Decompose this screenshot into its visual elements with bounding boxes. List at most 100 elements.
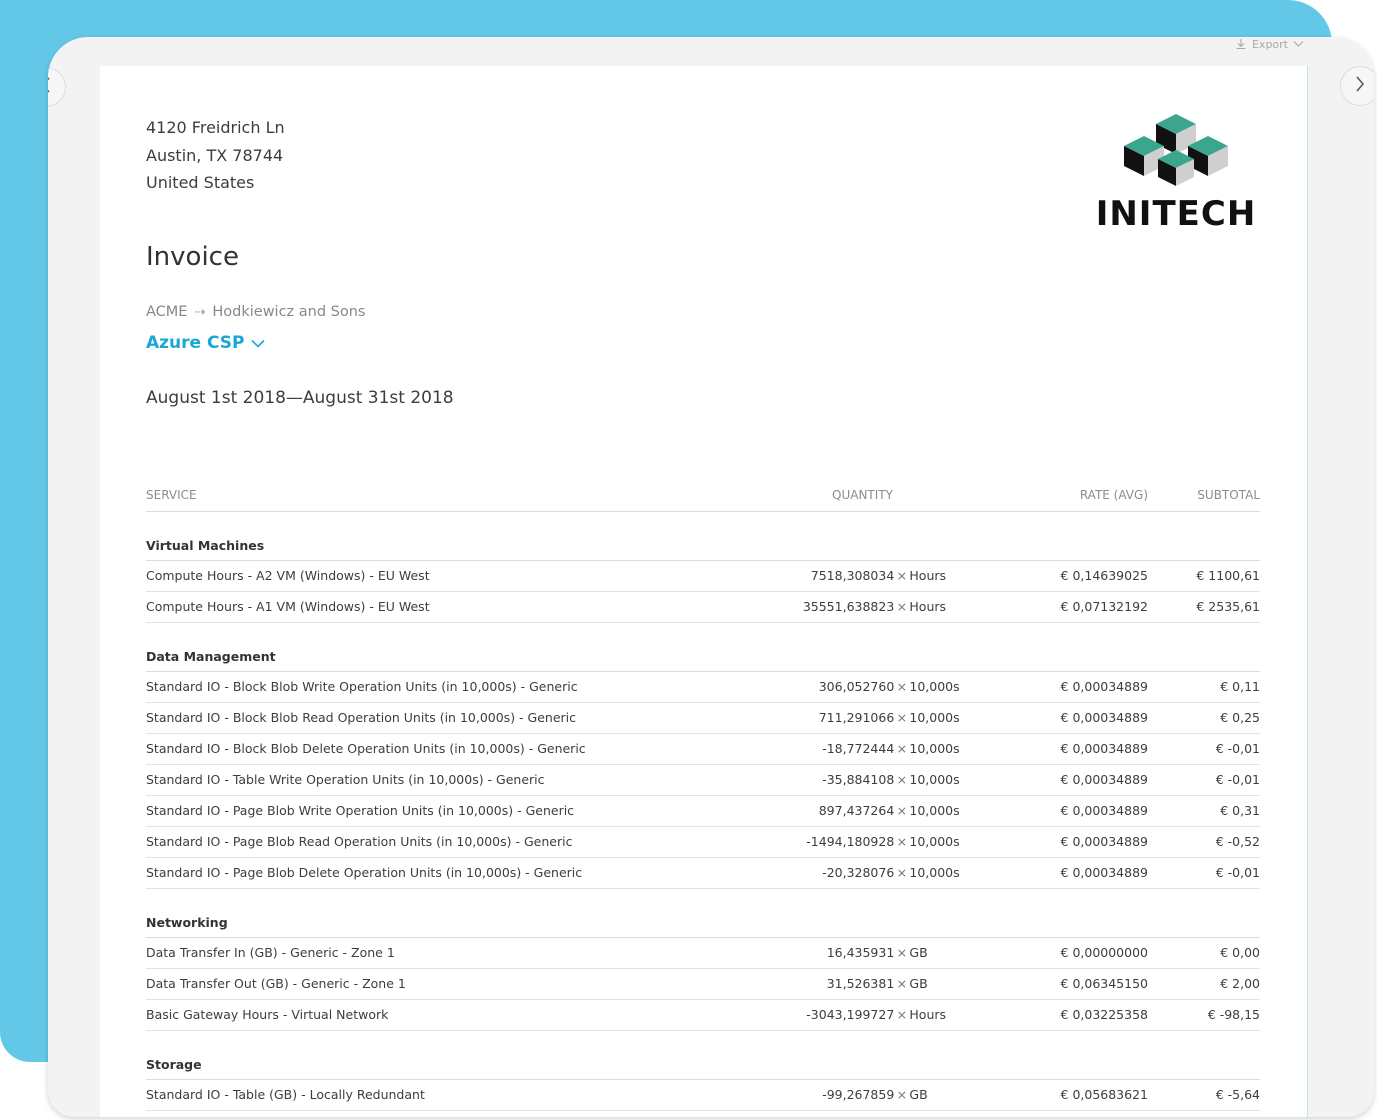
quantity-cell: 711,291066 × 10,000s <box>732 710 966 725</box>
quantity-value: 31,526381 <box>826 976 895 991</box>
service-cell: Standard IO - Block Blob Delete Operatio… <box>146 741 586 756</box>
times-sign: × <box>896 568 908 583</box>
times-sign: × <box>896 976 908 991</box>
table-row: Standard IO - Block Blob Delete Operatio… <box>146 734 1260 765</box>
quantity-value: 35551,638823 <box>802 599 895 614</box>
rate-cell: € 0,00000000 <box>1060 945 1148 960</box>
rate-cell: € 0,07132192 <box>1060 599 1148 614</box>
quantity-cell: -35,884108 × 10,000s <box>732 772 966 787</box>
subtotal-cell: € 0,00 <box>1220 945 1260 960</box>
group-name: Data Management <box>146 649 276 664</box>
service-cell: Standard IO - Page Blob Read Operation U… <box>146 834 573 849</box>
rate-cell: € 0,14639025 <box>1060 568 1148 583</box>
subtotal-cell: € -0,01 <box>1215 865 1260 880</box>
subtotal-cell: € 0,31 <box>1220 803 1260 818</box>
company-logo: INITECH <box>1086 110 1266 234</box>
quantity-unit: 10,000s <box>909 679 960 694</box>
next-page-button[interactable] <box>1340 66 1374 106</box>
rate-cell: € 0,00034889 <box>1060 679 1148 694</box>
times-sign: × <box>896 710 908 725</box>
quantity-cell: 306,052760 × 10,000s <box>732 679 966 694</box>
subtotal-cell: € 2,00 <box>1220 976 1260 991</box>
quantity-cell: 897,437264 × 10,000s <box>732 803 966 818</box>
table-row: Compute Hours - A2 VM (Windows) - EU Wes… <box>146 561 1260 592</box>
service-cell: Data Transfer Out (GB) - Generic - Zone … <box>146 976 406 991</box>
quantity-cell: 35551,638823 × Hours <box>732 599 966 614</box>
times-sign: × <box>896 834 908 849</box>
table-row: Standard IO - Page Blob Write Operation … <box>146 796 1260 827</box>
subtotal-cell: € 0,25 <box>1220 710 1260 725</box>
service-cell: Compute Hours - A2 VM (Windows) - EU Wes… <box>146 568 430 583</box>
quantity-cell: -20,328076 × 10,000s <box>732 865 966 880</box>
logo-wordmark: INITECH <box>1095 194 1257 234</box>
group-name: Networking <box>146 915 228 930</box>
rate-cell: € 0,00034889 <box>1060 772 1148 787</box>
rate-cell: € 0,00034889 <box>1060 741 1148 756</box>
times-sign: × <box>896 865 908 880</box>
rate-cell: € 0,05683621 <box>1060 1087 1148 1102</box>
quantity-value: 7518,308034 <box>810 568 895 583</box>
address-line-3: United States <box>146 173 255 192</box>
quantity-value: -35,884108 <box>822 772 895 787</box>
quantity-value: -18,772444 <box>822 741 895 756</box>
table-row: Basic Gateway Hours - Virtual Network -30… <box>146 1000 1260 1031</box>
times-sign: × <box>896 741 908 756</box>
quantity-value: 897,437264 <box>818 803 895 818</box>
export-button[interactable]: Export <box>1235 37 1304 51</box>
invoice-title: Invoice <box>146 242 239 272</box>
table-row: Compute Hours - A1 VM (Windows) - EU Wes… <box>146 592 1260 623</box>
quantity-unit: 10,000s <box>909 741 960 756</box>
quantity-cell: -1494,180928 × 10,000s <box>732 834 966 849</box>
group-header: Storage <box>146 1031 1260 1080</box>
chevron-left-icon <box>48 77 51 97</box>
table-row: Standard IO - Table Write Operation Unit… <box>146 765 1260 796</box>
service-cell: Standard IO - Page Blob Delete Operation… <box>146 865 583 880</box>
subtotal-cell: € 1100,61 <box>1196 568 1260 583</box>
table-row: Standard IO - Block Blob Write Operation… <box>146 672 1260 703</box>
subtotal-cell: € -0,01 <box>1215 772 1260 787</box>
address-line-1: 4120 Freidrich Ln <box>146 118 285 137</box>
quantity-unit: 10,000s <box>909 865 960 880</box>
quantity-cell: -3043,199727 × Hours <box>732 1007 966 1022</box>
subtotal-cell: € -5,64 <box>1215 1087 1260 1102</box>
route-from: ACME <box>146 304 188 320</box>
service-cell: Standard IO - Block Blob Write Operation… <box>146 679 578 694</box>
quantity-unit: Hours <box>909 599 947 614</box>
tablet-frame: Export 4120 Freidrich Ln Austin, TX 7874… <box>48 37 1374 1117</box>
quantity-cell: 7518,308034 × Hours <box>732 568 966 583</box>
quantity-unit: 10,000s <box>909 834 960 849</box>
times-sign: × <box>896 772 908 787</box>
header-quantity: QUANTITY <box>832 488 893 502</box>
service-cell: Standard IO - Block Blob Read Operation … <box>146 710 577 725</box>
plan-selector[interactable]: Azure CSP <box>146 333 266 353</box>
download-icon <box>1235 38 1247 50</box>
quantity-value: -3043,199727 <box>806 1007 895 1022</box>
rate-cell: € 0,00034889 <box>1060 710 1148 725</box>
group-header: Networking <box>146 889 1260 938</box>
times-sign: × <box>896 679 908 694</box>
times-sign: × <box>896 1087 908 1102</box>
line-items-table: SERVICE QUANTITY RATE (AVG) SUBTOTAL Vir… <box>146 487 1260 1111</box>
times-sign: × <box>896 803 908 818</box>
service-cell: Standard IO - Page Blob Write Operation … <box>146 803 575 818</box>
previous-page-button[interactable] <box>48 67 66 107</box>
table-row: Standard IO - Page Blob Read Operation U… <box>146 827 1260 858</box>
quantity-unit: GB <box>909 1087 928 1102</box>
header-service: SERVICE <box>146 488 197 502</box>
subtotal-cell: € -0,52 <box>1215 834 1260 849</box>
subtotal-cell: € -0,01 <box>1215 741 1260 756</box>
route-to: Hodkiewicz and Sons <box>212 304 366 320</box>
quantity-value: -1494,180928 <box>806 834 895 849</box>
quantity-unit: GB <box>909 976 928 991</box>
invoice-route: ACME ⇢ Hodkiewicz and Sons <box>146 304 366 320</box>
quantity-value: 16,435931 <box>826 945 895 960</box>
quantity-cell: 31,526381 × GB <box>732 976 966 991</box>
quantity-cell: -99,267859 × GB <box>732 1087 966 1102</box>
service-cell: Standard IO - Table (GB) - Locally Redun… <box>146 1087 425 1102</box>
table-body: Virtual Machines Compute Hours - A2 VM (W… <box>146 512 1260 1111</box>
table-row: Standard IO - Page Blob Delete Operation… <box>146 858 1260 889</box>
quantity-cell: -18,772444 × 10,000s <box>732 741 966 756</box>
table-header: SERVICE QUANTITY RATE (AVG) SUBTOTAL <box>146 487 1260 512</box>
plan-label: Azure CSP <box>146 333 245 353</box>
header-subtotal: SUBTOTAL <box>1197 488 1260 502</box>
